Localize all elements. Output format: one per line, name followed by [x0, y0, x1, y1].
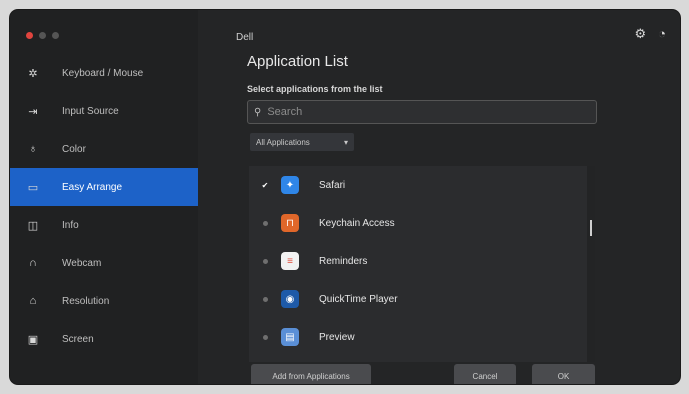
search-input[interactable] [265, 105, 570, 119]
unselected-dot-icon[interactable] [261, 295, 269, 304]
app-filter-dropdown[interactable]: All Applications ▾ [250, 133, 354, 151]
brightness-icon: ✲ [28, 67, 38, 80]
zoom-window-button[interactable] [52, 32, 59, 39]
scrollbar-track[interactable] [587, 166, 595, 362]
app-list-item[interactable]: ≡ Reminders [249, 242, 587, 280]
sidebar-item-label: Resolution [62, 295, 110, 307]
sidebar-item-8[interactable]: ▣ Screen [10, 320, 198, 358]
reminders-icon: ≡ [281, 252, 299, 270]
monitor-icon: ▣ [27, 333, 39, 346]
preview-icon: ▤ [281, 328, 299, 346]
ok-button[interactable]: OK [532, 364, 595, 384]
display-icon: ▭ [27, 181, 39, 194]
home-icon: ⌂ [29, 295, 37, 307]
app-name: QuickTime Player [319, 293, 398, 305]
palette-icon: ♁ [28, 143, 38, 155]
cancel-button[interactable]: Cancel [454, 364, 516, 384]
sidebar: ✲ Keyboard / Mouse ⇥ Input Source ♁ Color ▭ Eas… [10, 10, 198, 384]
app-window: ✲ Keyboard / Mouse ⇥ Input Source ♁ Color ▭ Eas… [10, 10, 680, 384]
app-list-item[interactable]: ▤ Preview [249, 318, 587, 356]
sidebar-item-label: Color [62, 143, 86, 155]
sidebar-item-6[interactable]: ∩ Webcam [10, 244, 198, 282]
filter-value: All Applications [256, 137, 310, 147]
chat-icon[interactable]: ◔ [658, 26, 666, 42]
checkmark-icon[interactable]: ✔ [261, 181, 269, 190]
top-toolbar: ⚙ ◔ [634, 26, 666, 42]
application-list: ✔ ✦ Safari ⊓ Keychain Access ≡ Reminders ◉ Quick… [249, 166, 587, 362]
sidebar-nav: ✲ Keyboard / Mouse ⇥ Input Source ♁ Color ▭ Eas… [10, 54, 198, 358]
settings-icon[interactable]: ⚙ [634, 26, 646, 42]
app-list-item[interactable]: ◉ QuickTime Player [249, 280, 587, 318]
window-controls [26, 32, 59, 39]
app-list-item[interactable]: ⊓ Keychain Access [249, 204, 587, 242]
sidebar-item-label: Info [62, 219, 79, 231]
sidebar-item-label: Keyboard / Mouse [62, 67, 144, 79]
list-instruction: Select applications from the list [247, 84, 383, 94]
columns-icon: ◫ [27, 219, 39, 232]
safari-icon: ✦ [281, 176, 299, 194]
unselected-dot-icon[interactable] [261, 257, 269, 266]
input-icon: ⇥ [28, 105, 38, 118]
headset-icon: ∩ [29, 257, 37, 269]
add-applications-button[interactable]: Add from Applications [251, 364, 371, 384]
sidebar-item-label: Input Source [62, 105, 119, 117]
chevron-down-icon: ▾ [343, 137, 348, 147]
quicktime-icon: ◉ [281, 290, 299, 308]
unselected-dot-icon[interactable] [261, 333, 269, 342]
sidebar-item-label: Screen [62, 333, 94, 345]
sidebar-item-7[interactable]: ⌂ Resolution [10, 282, 198, 320]
sidebar-item-5[interactable]: ◫ Info [10, 206, 198, 244]
sidebar-item-label: Easy Arrange [62, 181, 123, 193]
sidebar-item-2[interactable]: ⇥ Input Source [10, 92, 198, 130]
unselected-dot-icon[interactable] [261, 219, 269, 228]
app-name: Keychain Access [319, 217, 395, 229]
sidebar-item-4[interactable]: ▭ Easy Arrange [10, 168, 198, 206]
app-name: Reminders [319, 255, 368, 267]
app-list-item[interactable]: ✔ ✦ Safari [249, 166, 587, 204]
minimize-window-button[interactable] [39, 32, 46, 39]
sidebar-item-1[interactable]: ✲ Keyboard / Mouse [10, 54, 198, 92]
sidebar-item-label: Webcam [62, 257, 102, 269]
keychain-icon: ⊓ [281, 214, 299, 232]
app-name: Preview [319, 331, 355, 343]
scrollbar-thumb[interactable] [590, 220, 592, 236]
window-title: Dell [236, 32, 254, 43]
close-window-button[interactable] [26, 32, 33, 39]
search-box: ⚲ [247, 100, 597, 124]
app-name: Safari [319, 179, 346, 191]
page-title: Application List [247, 53, 348, 70]
search-icon: ⚲ [254, 106, 262, 118]
sidebar-item-3[interactable]: ♁ Color [10, 130, 198, 168]
